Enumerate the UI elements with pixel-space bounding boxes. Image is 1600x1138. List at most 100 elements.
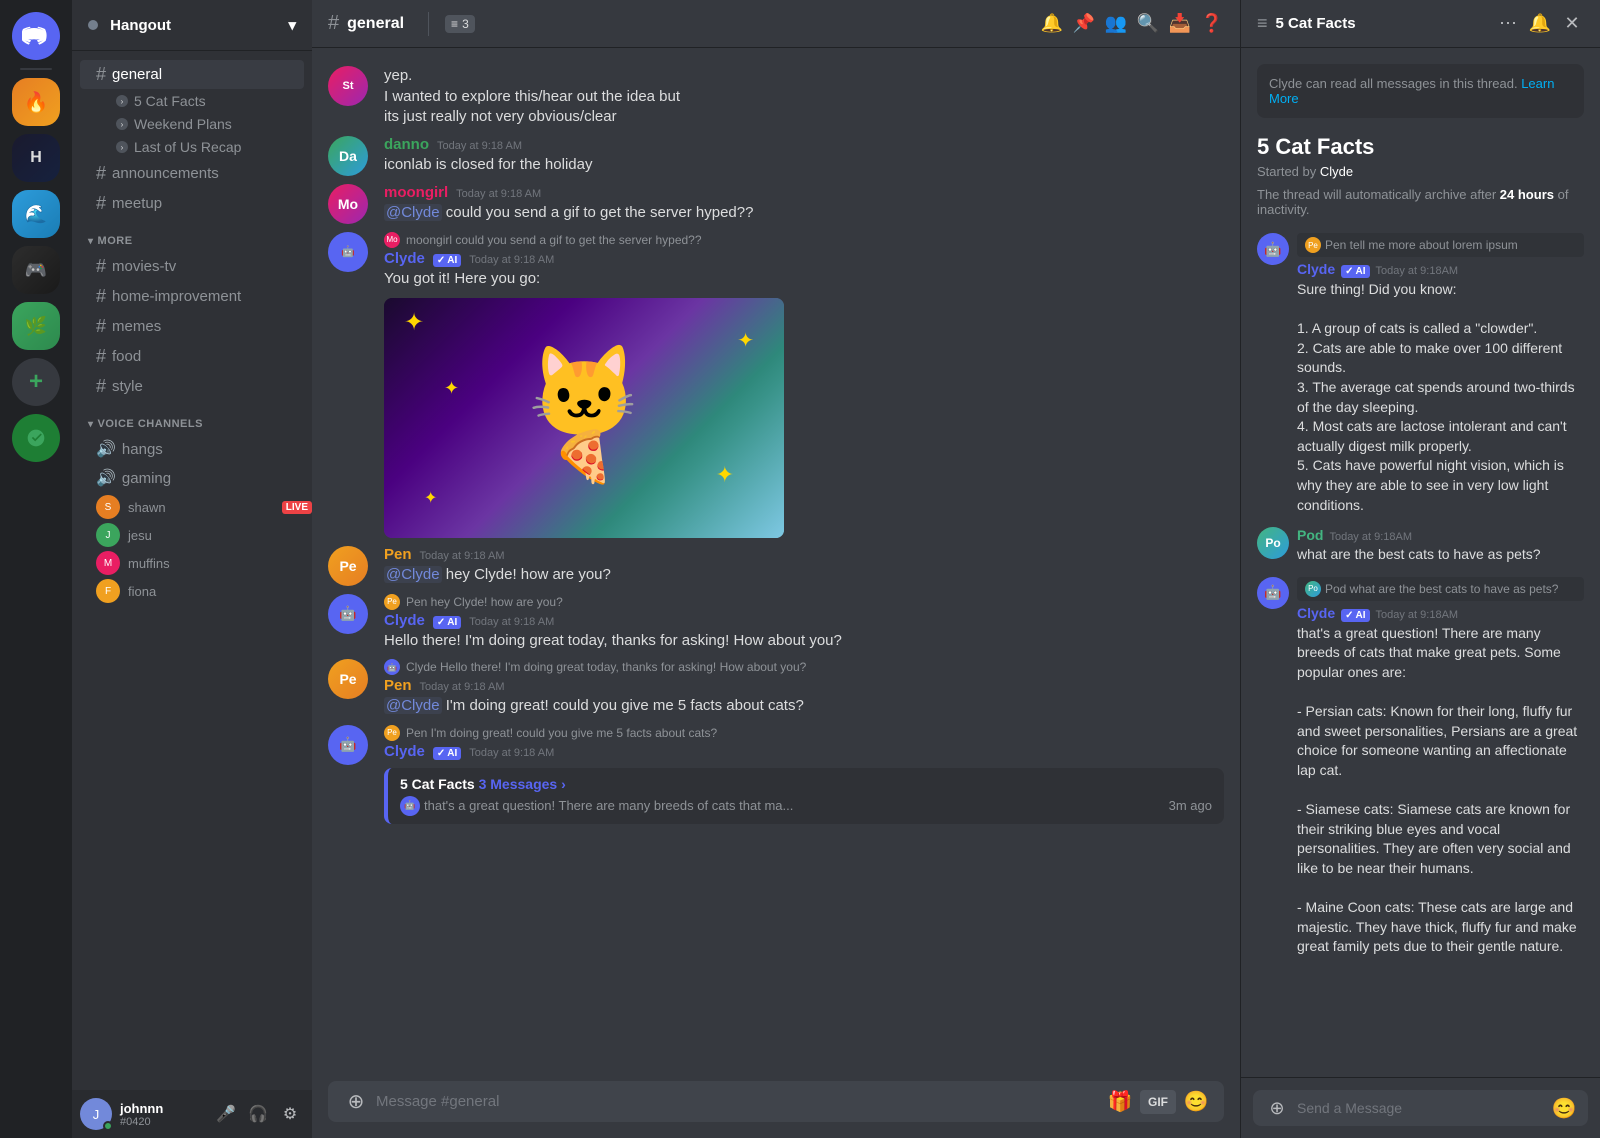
add-server-button[interactable]: + [12,358,60,406]
thread-reply-avatar-pen: Pe [1305,237,1321,253]
gift-button[interactable]: 🎁 [1108,1090,1132,1114]
avatar-pen-2: Pe [328,659,368,699]
thread-reply-text-pen: Pen tell me more about lorem ipsum [1325,238,1518,252]
thread-msg-author-clyde-1[interactable]: Clyde [1297,261,1335,277]
thread-starter-name: Clyde [1320,164,1353,179]
channel-item-meetup[interactable]: # meetup [80,189,304,218]
thread-close-button[interactable]: ✕ [1560,12,1584,36]
thread-msg-content-clyde-2: Po Pod what are the best cats to have as… [1297,577,1584,957]
chat-input[interactable] [376,1081,1100,1122]
message-text-steeby: yep. I wanted to explore this/hear out t… [384,66,1224,128]
server-icon-4[interactable]: 🎮 [12,246,60,294]
thread-msg-text-clyde-2: that's a great question! There are many … [1297,624,1584,957]
thread-label-weekend-plans: Weekend Plans [134,116,232,132]
deafen-button[interactable]: 🎧 [244,1100,272,1128]
server-icon-2[interactable]: H [12,134,60,182]
thread-input[interactable] [1297,1090,1544,1126]
voice-user-name-muffins: muffins [128,556,170,571]
search-icon[interactable]: 🔍 [1136,12,1160,36]
notification-bell-icon[interactable]: 🔔 [1040,12,1064,36]
thread-panel-icon: ≡ [1257,13,1268,34]
gif-button[interactable]: GIF [1140,1090,1176,1114]
thread-messages-count[interactable]: 3 Messages › [479,776,566,792]
thread-item-weekend-plans[interactable]: › Weekend Plans [80,113,304,135]
thread-count-badge[interactable]: ≡ 3 [445,15,475,33]
message-author-pen-2[interactable]: Pen [384,677,412,694]
voice-section-header[interactable]: ▾ VOICE CHANNELS [72,402,312,434]
thread-label-cat-facts: 5 Cat Facts [134,93,206,109]
server-icon-5[interactable]: 🌿 [12,302,60,350]
mute-button[interactable]: 🎤 [212,1100,240,1128]
message-content-steeby: yep. I wanted to explore this/hear out t… [384,66,1224,128]
thread-start-title: 5 Cat Facts [1257,134,1584,160]
thread-preview-text: that's a great question! There are many … [424,798,793,813]
message-author-clyde-1[interactable]: Clyde [384,250,425,267]
server-icon-3[interactable]: 🌊 [12,190,60,238]
thread-input-wrapper: ⊕ 😊 [1253,1090,1588,1126]
thread-msg-author-clyde-2[interactable]: Clyde [1297,605,1335,621]
message-author-pen-1[interactable]: Pen [384,546,412,563]
voice-user-fiona[interactable]: F fiona [96,577,312,605]
server-icon-1[interactable]: 🔥 [12,78,60,126]
message-header-moongirl: moongirl Today at 9:18 AM [384,184,1224,201]
more-section-header[interactable]: ▾ MORE [72,219,312,251]
messages-area[interactable]: St yep. I wanted to explore this/hear ou… [312,48,1240,1065]
help-icon[interactable]: ❓ [1200,12,1224,36]
message-timestamp-clyde-2: Today at 9:18 AM [469,616,554,628]
channel-label-general: general [112,66,162,83]
thread-add-button[interactable]: ⊕ [1265,1096,1289,1120]
voice-user-muffins[interactable]: M muffins [96,549,312,577]
channel-item-general[interactable]: # general [80,60,304,89]
message-author-clyde-2[interactable]: Clyde [384,612,425,629]
avatar-container-steeby: St [328,66,368,128]
thread-preview-avatar: 🤖 [400,796,420,816]
server-header[interactable]: Hangout ▾ [72,0,312,51]
voice-user-jesu[interactable]: J jesu [96,521,312,549]
channel-item-movies-tv[interactable]: # movies-tv [80,252,304,281]
discord-home-button[interactable] [12,12,60,60]
reply-bar-pen-2: Pe Pen I'm doing great! could you give m… [384,725,1224,741]
message-timestamp-pen-1: Today at 9:18 AM [420,550,505,562]
hash-icon-memes: # [96,316,106,337]
channel-item-announcements[interactable]: # announcements [80,159,304,188]
message-text-clyde-1: You got it! Here you go: [384,269,1224,290]
mention-clyde-3[interactable]: @Clyde [384,697,442,714]
channel-item-food[interactable]: # food [80,342,304,371]
thread-item-last-of-us[interactable]: › Last of Us Recap [80,136,304,158]
archive-text: The thread will automatically archive af… [1257,187,1496,202]
add-attachment-button[interactable]: ⊕ [344,1090,368,1114]
inbox-icon[interactable]: 📥 [1168,12,1192,36]
voice-channel-hangs[interactable]: 🔊 hangs [80,435,304,463]
reply-avatar-clyde-2: 🤖 [384,659,400,675]
thread-more-button[interactable]: ⋯ [1496,12,1520,36]
channel-list: # general › 5 Cat Facts › Weekend Plans … [72,51,312,1090]
thread-emoji-button[interactable]: 😊 [1552,1096,1576,1120]
channel-item-home-improvement[interactable]: # home-improvement [80,282,304,311]
settings-button[interactable]: ⚙ [276,1100,304,1128]
channel-item-memes[interactable]: # memes [80,312,304,341]
user-avatar[interactable]: J [80,1098,112,1130]
server-icon-explore[interactable] [12,414,60,462]
message-author-moongirl[interactable]: moongirl [384,184,448,201]
thread-msg-text-pod: what are the best cats to have as pets? [1297,545,1584,565]
mention-clyde-1[interactable]: @Clyde [384,204,442,221]
members-icon[interactable]: 👥 [1104,12,1128,36]
thread-preview-title: 5 Cat Facts 3 Messages › [400,776,1212,792]
message-text-pen-2: @Clyde I'm doing great! could you give m… [384,696,1224,717]
more-section-arrow: ▾ [88,236,94,247]
thread-messages-area[interactable]: Clyde can read all messages in this thre… [1241,48,1600,1077]
emoji-button[interactable]: 😊 [1184,1090,1208,1114]
mention-clyde-2[interactable]: @Clyde [384,566,442,583]
voice-user-shawn[interactable]: S shawn LIVE [96,493,312,521]
pin-icon[interactable]: 📌 [1072,12,1096,36]
thread-preview[interactable]: 5 Cat Facts 3 Messages › 🤖 that's a grea… [384,768,1224,824]
thread-msg-author-pod[interactable]: Pod [1297,527,1323,543]
archive-duration: 24 hours [1500,187,1554,202]
message-timestamp-clyde-1: Today at 9:18 AM [469,254,554,266]
voice-channel-gaming[interactable]: 🔊 gaming [80,464,304,492]
thread-item-cat-facts[interactable]: › 5 Cat Facts [80,90,304,112]
message-author-danno[interactable]: danno [384,136,429,153]
channel-item-style[interactable]: # style [80,372,304,401]
thread-bell-button[interactable]: 🔔 [1528,12,1552,36]
message-author-clyde-3[interactable]: Clyde [384,743,425,760]
